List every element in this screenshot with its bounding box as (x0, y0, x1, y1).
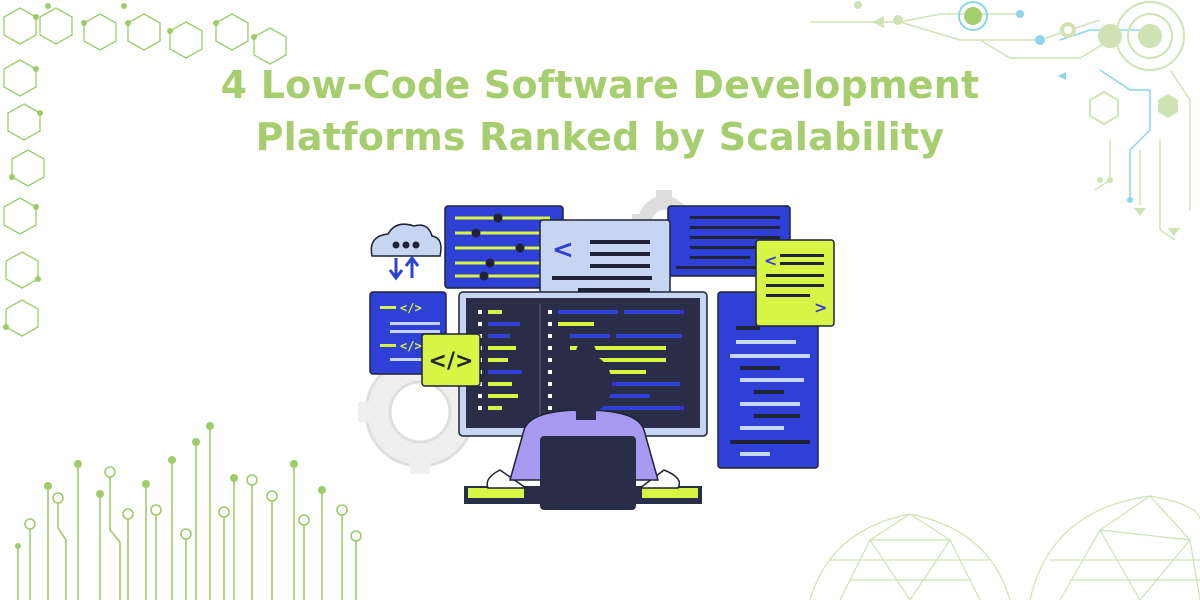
circuit-trace-icon (17, 426, 357, 600)
code-card: < > (755, 239, 835, 327)
angle-left-glyph: < (552, 235, 574, 265)
hexagon-node-dots (3, 3, 257, 330)
banner: < </> </> < > </> 4 Low-Code Software De… (0, 0, 1200, 600)
page-title-line-2: Platforms Ranked by Scalability (255, 115, 945, 159)
angle-left-glyph: < (764, 251, 777, 270)
svg-text:</>: </> (400, 339, 422, 353)
cloud-sync-icon (370, 223, 442, 281)
circuit-trace-rings (24, 466, 362, 542)
angle-right-glyph: > (814, 298, 827, 317)
svg-text:</>: </> (400, 301, 422, 315)
code-card: < (539, 219, 671, 299)
code-tag-icon: </> (421, 333, 481, 387)
developer-illustration: < </> </> < > </> (358, 190, 835, 510)
code-tag-label: </> (429, 349, 474, 374)
circuit-trace-dots (15, 422, 326, 549)
geodesic-globe-icon (809, 495, 1200, 600)
page-title-line-1: 4 Low-Code Software Development (220, 63, 980, 107)
hexagon-network-icon (3, 7, 287, 337)
